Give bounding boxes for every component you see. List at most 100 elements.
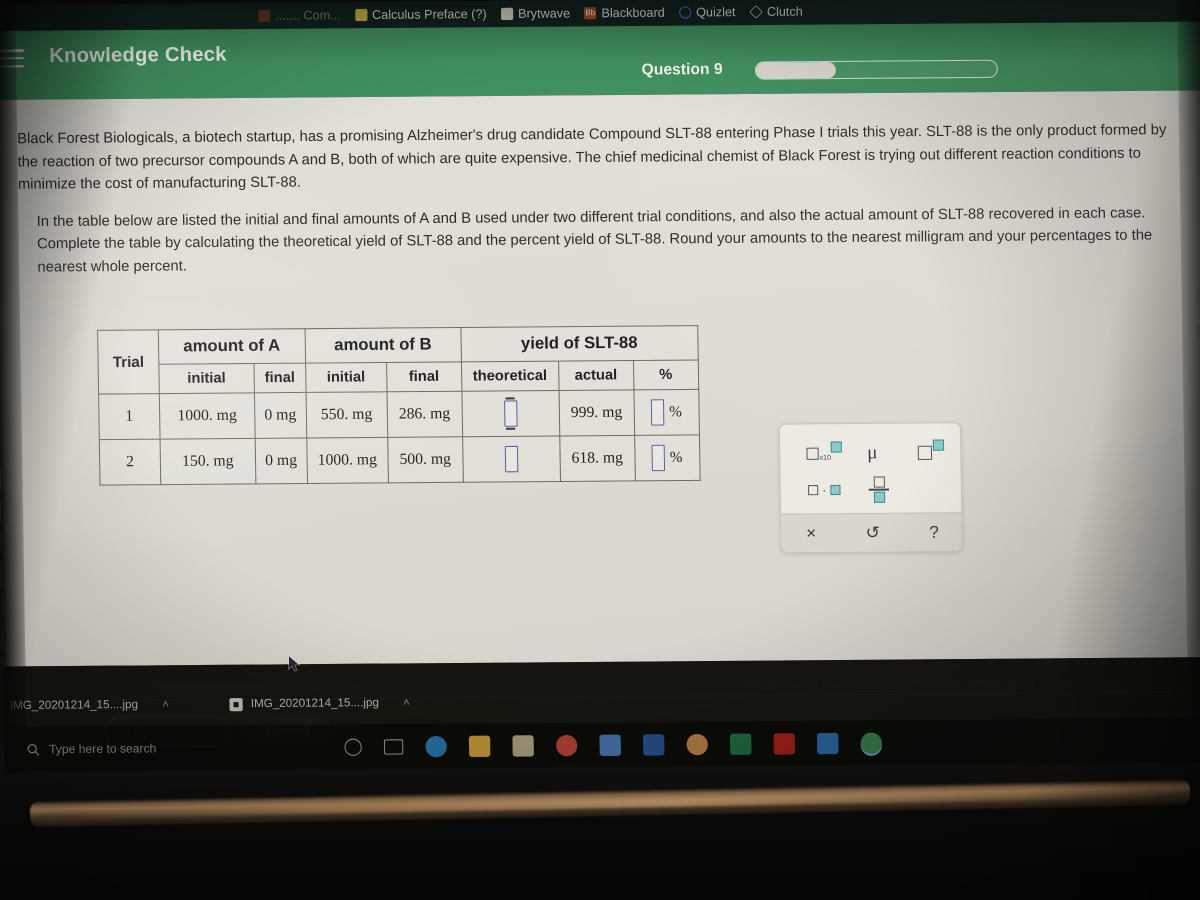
cell-a-initial: 150. mg [159,438,256,485]
chrome-icon[interactable] [555,734,578,756]
percent-yield-input-trial-1[interactable] [650,399,665,426]
blackboard-icon: Bb [584,7,597,20]
column-header-a-initial: initial [158,363,255,394]
fraction-button[interactable] [861,472,896,507]
empty-square-icon [917,445,932,460]
hamburger-line [0,64,25,68]
cell-b-initial: 550. mg [305,391,388,438]
download-filename: IMG_20201214_15....jpg [9,698,139,713]
fraction-bar-icon [868,488,890,491]
cell-a-final: 0 mg [255,437,308,484]
undo-button[interactable]: ↺ [855,522,890,543]
x10-label: x10 [819,454,832,462]
bookmark-label: Quizlet [696,5,736,20]
browser-side-panel-icons[interactable] [1196,290,1200,340]
yield-table-container: Trial amount of A amount of B yield of S… [97,325,701,486]
task-view-icon[interactable] [383,738,404,755]
mu-icon: μ [866,442,878,464]
bookmark-quizlet[interactable]: Quizlet [678,5,736,20]
page-title: Knowledge Check [49,43,227,68]
progress-bar-fill [755,61,836,79]
bookmark-clutch[interactable]: Clutch [748,4,803,19]
cell-percent-input[interactable]: % [633,389,700,436]
theoretical-yield-input-trial-1[interactable] [503,400,518,427]
acrobat-icon[interactable] [773,732,796,755]
download-item[interactable]: IMG_20201214_15....jpg ˄ [229,696,410,711]
cell-b-final: 500. mg [387,436,464,483]
micro-prefix-button[interactable]: μ [856,438,889,469]
word-icon[interactable] [642,733,665,756]
math-tool-palette[interactable]: x10 μ · × ↺ ? [778,422,963,554]
progress-bar [754,59,998,80]
column-header-theoretical: theoretical [461,361,559,392]
paint-3d-icon[interactable] [686,733,709,755]
document-icon [500,7,514,21]
exponent-button[interactable] [910,437,951,468]
mail-icon[interactable] [816,732,839,754]
multiply-dot-button[interactable]: · [797,477,852,504]
search-placeholder: Type here to search [48,741,157,757]
help-button[interactable]: ? [919,522,949,542]
yield-table: Trial amount of A amount of B yield of S… [97,325,701,486]
bookmark-blackboard[interactable]: Bb Blackboard [584,6,665,21]
question-content: Black Forest Biologicals, a biotech star… [0,90,1200,762]
bookmark-calculus-preface[interactable]: Calculus Preface (?) [354,7,487,22]
edge-icon[interactable] [425,735,447,757]
bookmark-favicon-icon [258,9,271,22]
chevron-up-icon[interactable]: ˄ [162,699,169,711]
microsoft-store-icon[interactable] [512,734,534,757]
percent-sign-label: % [669,449,683,466]
percent-yield-input-trial-2[interactable] [651,444,666,472]
file-explorer-icon[interactable] [468,735,491,757]
column-group-yield-slt88: yield of SLT-88 [460,325,698,362]
table-group-header-row: Trial amount of A amount of B yield of S… [97,325,698,395]
dot-operator-icon: · [822,482,827,498]
side-panel-icon-1[interactable] [1196,290,1200,304]
chevron-up-icon[interactable]: ˄ [403,697,410,709]
tool-palette-grid: x10 μ · [780,423,963,515]
cell-percent-input[interactable]: % [634,434,700,481]
windows-taskbar: Type here to search [4,717,1200,772]
question-paragraph-1: Black Forest Biologicals, a biotech star… [17,122,1167,194]
cell-theoretical-input[interactable] [461,390,560,437]
teal-square-icon [830,484,841,496]
theoretical-yield-input-trial-2[interactable] [504,445,519,473]
monitor-screen: ....... Com... Calculus Preface (?) Bryt… [0,0,1200,774]
hamburger-line [0,49,24,52]
yellow-bookmark-icon [354,8,368,22]
scientific-notation-button[interactable]: x10 [798,438,849,469]
cortana-circle-icon[interactable] [344,738,362,756]
empty-square-icon [808,485,819,496]
bookmark-label: Brytwave [517,6,571,21]
cell-a-final: 0 mg [254,392,307,439]
magnifier-icon [27,743,40,756]
column-header-a-final: final [253,363,306,393]
cell-actual: 618. mg [559,435,636,482]
teal-square-icon [932,439,944,451]
column-header-percent: % [633,360,699,390]
hamburger-icon[interactable] [0,49,25,68]
download-item[interactable]: IMG_20201214_15....jpg ˄ [10,699,169,712]
bookmark-brytwave[interactable]: Brytwave [500,6,571,21]
teal-square-icon [830,440,843,453]
question-counter: Question 9 [641,60,723,79]
taskbar-search-box[interactable]: Type here to search [27,740,331,757]
taskbar-icon-row [344,731,883,757]
table-row: 1 1000. mg 0 mg 550. mg 286. mg 999. mg … [98,389,700,440]
quizlet-icon [678,6,692,19]
column-header-actual: actual [558,360,634,391]
photo-frame: ....... Com... Calculus Preface (?) Bryt… [0,0,1200,900]
bookmark-partial[interactable]: ....... Com... [258,8,341,23]
clutch-diamond-icon [748,5,763,19]
clear-button[interactable]: × [796,523,827,543]
image-file-icon [229,697,243,711]
calculator-icon[interactable] [599,734,621,756]
hamburger-line [0,56,25,60]
table-row: 2 150. mg 0 mg 1000. mg 500. mg 618. mg … [99,434,700,486]
cell-a-initial: 1000. mg [159,392,256,440]
excel-icon[interactable] [729,733,752,755]
chrome-active-icon[interactable] [860,731,883,754]
cell-theoretical-input[interactable] [462,435,561,483]
question-body: Black Forest Biologicals, a biotech star… [17,119,1185,294]
percent-sign-label: % [669,403,682,420]
